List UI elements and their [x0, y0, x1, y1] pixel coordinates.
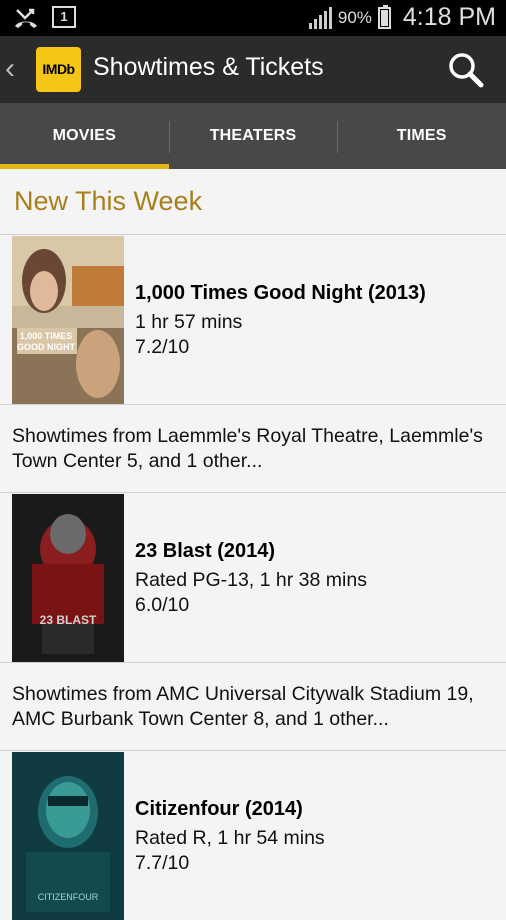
clock: 4:18 PM [402, 3, 496, 31]
movie-title: Citizenfour (2014) [135, 798, 303, 820]
movie-poster: 23 BLAST [12, 494, 124, 662]
action-bar: ‹ IMDb Showtimes & Tickets [0, 36, 506, 103]
search-icon[interactable] [446, 50, 486, 90]
movie-title: 23 Blast (2014) [135, 540, 276, 562]
movie-runtime: Rated R, 1 hr 54 mins [135, 827, 325, 849]
movie-runtime: 1 hr 57 mins [135, 311, 243, 333]
showtimes-summary[interactable]: Showtimes from Laemmle's Royal Theatre, … [12, 424, 492, 474]
tab-movies[interactable]: MOVIES [0, 103, 169, 169]
missed-call-icon [15, 8, 37, 28]
notification-1-icon: 1 [52, 6, 76, 28]
battery-icon [377, 4, 391, 29]
movie-rating: 6.0/10 [135, 594, 190, 616]
divider [0, 662, 506, 663]
divider [0, 234, 506, 235]
battery-percent: 90% [337, 7, 372, 27]
chevron-left-icon[interactable]: ‹ [5, 51, 15, 87]
divider [0, 404, 506, 405]
page-title: Showtimes & Tickets [93, 53, 324, 81]
divider [0, 750, 506, 751]
status-bar: 1 90% 4:18 PM [0, 0, 506, 36]
signal-icon [308, 6, 332, 29]
svg-text:GOOD NIGHT: GOOD NIGHT [17, 342, 76, 352]
svg-text:23 BLAST: 23 BLAST [40, 613, 97, 627]
tab-times[interactable]: TIMES [337, 103, 506, 169]
svg-text:1,000 TIMES: 1,000 TIMES [20, 331, 73, 341]
tab-bar: MOVIES THEATERS TIMES [0, 103, 506, 169]
svg-text:CITIZENFOUR: CITIZENFOUR [38, 892, 99, 902]
movie-rating: 7.2/10 [135, 336, 190, 358]
movie-runtime: Rated PG-13, 1 hr 38 mins [135, 569, 367, 591]
showtimes-summary[interactable]: Showtimes from AMC Universal Citywalk St… [12, 682, 492, 732]
section-header: New This Week [14, 186, 203, 216]
movie-poster: 1,000 TIMES GOOD NIGHT [12, 236, 124, 404]
tab-theaters[interactable]: THEATERS [168, 103, 338, 169]
divider [0, 492, 506, 493]
movie-rating: 7.7/10 [135, 852, 190, 874]
movie-title: 1,000 Times Good Night (2013) [135, 282, 426, 304]
imdb-logo[interactable]: IMDb [36, 47, 81, 92]
movie-poster: CITIZENFOUR [12, 752, 124, 920]
